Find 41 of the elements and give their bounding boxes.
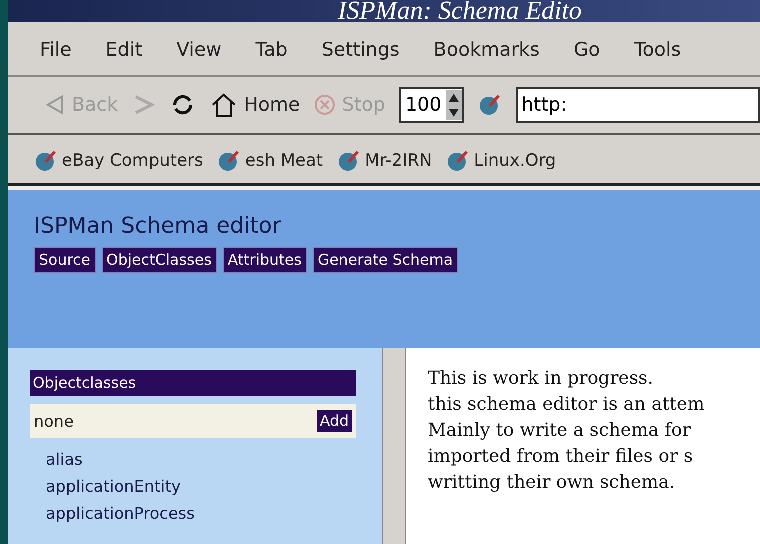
panel-header: Objectclasses bbox=[30, 370, 356, 396]
slide-title: ISPMan: Schema Edito bbox=[338, 0, 582, 22]
globe-icon bbox=[478, 94, 502, 116]
text-line: Mainly to write a schema for bbox=[428, 419, 692, 443]
stop-icon bbox=[314, 94, 336, 116]
list-item[interactable]: applicationProcess bbox=[46, 500, 382, 527]
nav-button[interactable]: Source bbox=[34, 247, 96, 273]
home-button[interactable]: Home bbox=[210, 92, 300, 118]
globe-icon bbox=[217, 150, 242, 172]
menu-item[interactable]: Go bbox=[574, 39, 600, 61]
nav-button[interactable]: ObjectClasses bbox=[102, 247, 217, 273]
menu-item[interactable]: View bbox=[176, 39, 222, 61]
text-line: imported from their files or s bbox=[428, 445, 694, 469]
menu-item[interactable]: Bookmarks bbox=[434, 39, 540, 61]
bookmark-link[interactable]: eBay Computers bbox=[34, 150, 204, 172]
scrollbar[interactable] bbox=[382, 348, 406, 544]
menu-item[interactable]: Tab bbox=[256, 39, 288, 61]
text-line: This is work in progress. bbox=[428, 367, 655, 391]
menu-item[interactable]: Tools bbox=[634, 39, 682, 61]
list-item[interactable]: alias bbox=[46, 446, 382, 473]
text-line: writting their own schema. bbox=[428, 471, 676, 495]
menu-item[interactable]: File bbox=[40, 39, 72, 61]
zoom-spinner[interactable]: 100 bbox=[399, 87, 464, 123]
globe-icon bbox=[446, 150, 470, 172]
nav-button[interactable]: Attributes bbox=[222, 247, 307, 273]
globe-icon bbox=[34, 150, 58, 172]
home-icon bbox=[210, 92, 238, 118]
input-field[interactable]: none Add bbox=[30, 404, 356, 438]
globe-icon bbox=[337, 150, 362, 172]
url-field[interactable]: http: bbox=[516, 87, 760, 123]
bookmark-link[interactable]: esh Meat bbox=[217, 150, 324, 172]
nav-button[interactable]: Generate Schema bbox=[312, 247, 458, 273]
bookmark-link[interactable]: Linux.Org bbox=[446, 150, 556, 172]
text-line: this schema editor is an attem bbox=[428, 393, 706, 417]
list-item[interactable]: applicationEntity bbox=[46, 473, 382, 500]
bookmark-link[interactable]: Mr-2IRN bbox=[337, 150, 432, 172]
back-arrow-icon bbox=[44, 94, 66, 116]
menu-item[interactable]: Settings bbox=[322, 39, 400, 61]
page-title: ISPMan Schema editor bbox=[34, 214, 282, 239]
add-button[interactable]: Add bbox=[316, 410, 352, 432]
menu-item[interactable]: Edit bbox=[106, 39, 143, 61]
